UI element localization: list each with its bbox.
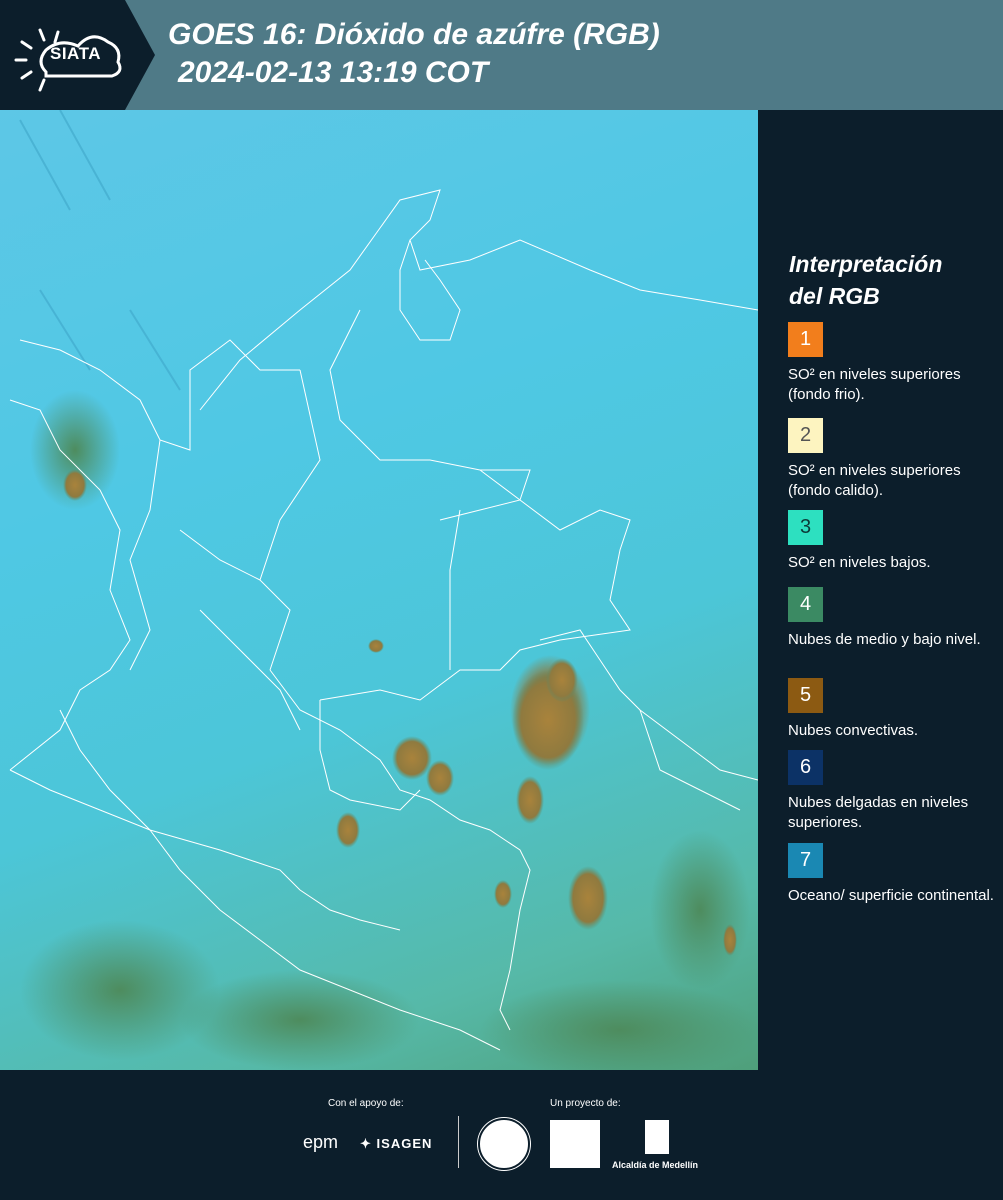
legend-label: SO² en niveles bajos.: [788, 554, 931, 571]
convective-cloud: [723, 924, 737, 956]
legend-swatch: 2: [788, 418, 823, 453]
legend-title: Interpretación del RGB: [789, 248, 942, 312]
convective-cloud: [546, 658, 578, 702]
alcaldia-label: Alcaldía de Medellín: [612, 1160, 699, 1170]
footer: Con el apoyo de: Un proyecto de: epm ✦ I…: [0, 1070, 1003, 1200]
logo-text: SIATA: [50, 44, 101, 63]
convective-cloud: [494, 880, 512, 908]
legend-item: 1 SO² en niveles superiores (fondo frio).: [788, 322, 998, 405]
legend-swatch: 6: [788, 750, 823, 785]
cloud-patch: [650, 830, 750, 990]
legend-item: 6 Nubes delgadas en niveles superiores.: [788, 750, 998, 833]
convective-cloud: [368, 639, 384, 653]
legend-panel: Interpretación del RGB 1 SO² en niveles s…: [760, 110, 1003, 1070]
legend-item: 4 Nubes de medio y bajo nivel.: [788, 587, 998, 650]
title-line-1: GOES 16: Dióxido de azúfre (RGB): [168, 18, 660, 51]
legend-label: Nubes de medio y bajo nivel.: [788, 631, 981, 648]
legend-item: 7 Oceano/ superficie continental.: [788, 843, 998, 906]
legend-swatch: 7: [788, 843, 823, 878]
legend-swatch: 5: [788, 678, 823, 713]
legend-item: 3 SO² en niveles bajos.: [788, 510, 998, 573]
isagen-icon: ✦: [360, 1136, 372, 1151]
cloud-patch: [480, 980, 758, 1070]
medellin-seal-icon: [478, 1118, 530, 1170]
legend-label: SO² en niveles superiores (fondo frio).: [788, 366, 961, 403]
map-overlay: [9, 110, 758, 1070]
legend-label: Oceano/ superficie continental.: [788, 887, 994, 904]
epm-logo: epm: [303, 1132, 339, 1152]
convective-cloud: [516, 776, 544, 824]
satellite-map: [0, 110, 758, 1070]
legend-label: Nubes delgadas en niveles superiores.: [788, 794, 969, 831]
legend-label: Nubes convectivas.: [788, 722, 919, 739]
project-label: Un proyecto de:: [550, 1098, 621, 1109]
legend-item: 5 Nubes convectivas.: [788, 678, 998, 741]
header-bar: SIATA GOES 16: Dióxido de azúfre (RGB) 2…: [0, 0, 1003, 110]
legend-swatch: 4: [788, 587, 823, 622]
convective-cloud: [336, 812, 360, 848]
area-metropolitana-logo: [550, 1120, 600, 1168]
legend-item: 2 SO² en niveles superiores (fondo calido…: [788, 418, 998, 501]
legend-swatch: 3: [788, 510, 823, 545]
legend-label: SO² en niveles superiores (fondo calido)…: [788, 462, 961, 499]
convective-cloud: [568, 866, 608, 930]
legend-swatch: 1: [788, 322, 823, 357]
isagen-logo: ✦ ISAGEN: [360, 1136, 432, 1152]
alcaldia-logo-icon: [645, 1120, 669, 1154]
convective-cloud: [392, 736, 432, 780]
isagen-label: ISAGEN: [376, 1136, 433, 1151]
cloud-patch: [180, 970, 420, 1070]
page-title: GOES 16: Dióxido de azúfre (RGB) 2024-02…: [168, 16, 660, 92]
legend-title-line-1: Interpretación: [789, 251, 943, 277]
title-line-2: 2024-02-13 13:19 COT: [178, 56, 489, 89]
siata-logo: SIATA: [0, 0, 155, 110]
legend-title-line-2: del RGB: [789, 283, 880, 309]
footer-divider: [458, 1116, 459, 1168]
convective-cloud: [426, 760, 454, 796]
support-label: Con el apoyo de:: [328, 1098, 404, 1109]
